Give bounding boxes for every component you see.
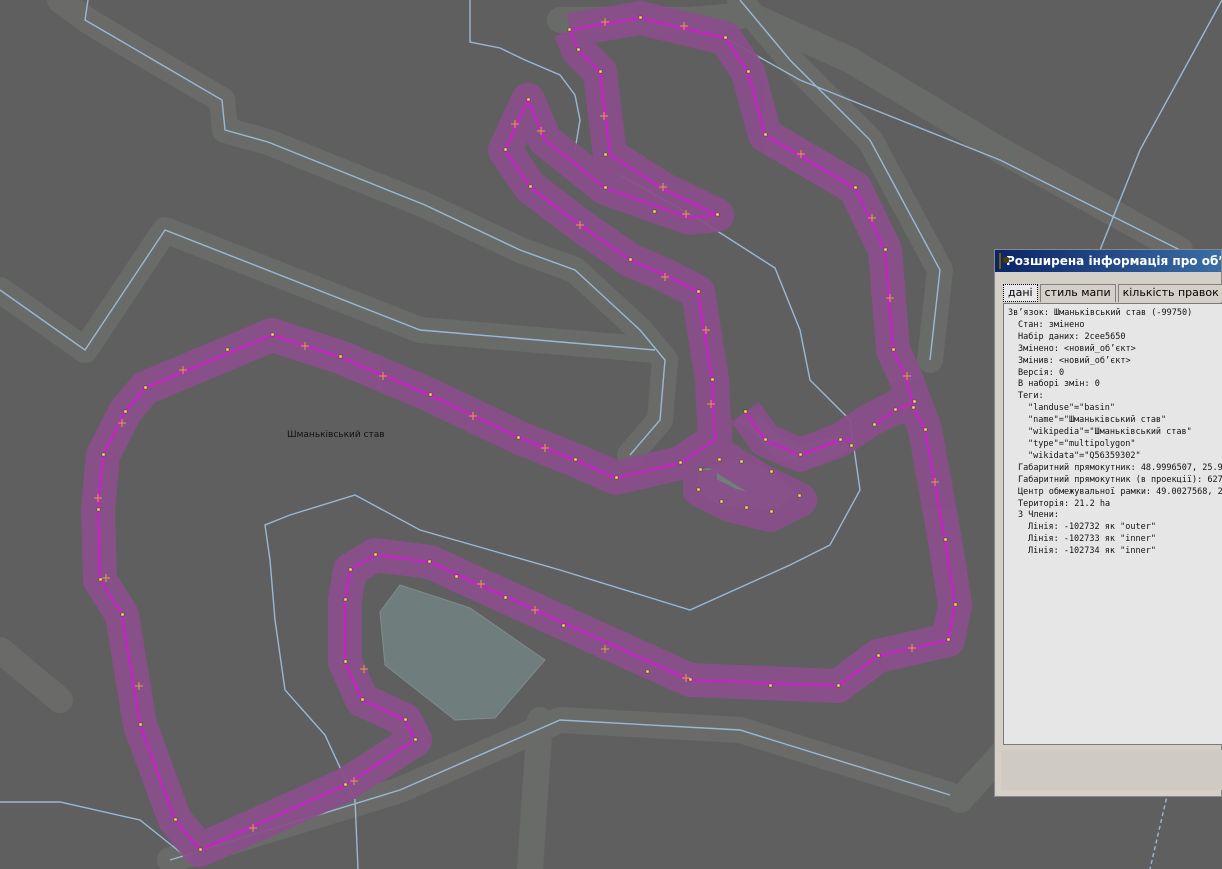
dialog-title: Розширена інформація про об’єкт [1006, 254, 1221, 268]
tag-wikipedia: "wikipedia"="Шманьківський став" [1028, 427, 1192, 438]
tag-landuse: "landuse"="basin" [1028, 403, 1115, 414]
info-line-members: 3 Члени: [1018, 510, 1059, 521]
info-line-state: Стан: змінено [1018, 319, 1085, 330]
info-line-modified: Змінено: <новий_об’єкт> [1018, 343, 1136, 354]
member-inner-1: Лінія: -102733 як "inner" [1028, 534, 1156, 545]
tab-map-style[interactable]: стиль мапи [1039, 284, 1116, 302]
tab-data[interactable]: дані [1003, 284, 1038, 302]
tag-wikidata: "wikidata"="Q56359302" [1028, 450, 1141, 461]
info-line-bbox: Габаритний прямокутник: 48.9996507, 25.9… [1018, 462, 1222, 473]
info-line-version: Версія: 0 [1018, 367, 1065, 378]
pond-name-label: Шманьківський став [287, 430, 385, 440]
info-line-modified-by: Змінив: <новий_об’єкт> [1018, 355, 1131, 366]
tag-name: "name"="Шманьківський став" [1028, 415, 1167, 426]
tag-type: "type"="multipolygon" [1028, 438, 1136, 449]
info-line-tags: Теги: [1018, 391, 1044, 402]
info-line-area: Територія: 21.2 ha [1018, 498, 1111, 509]
info-text-area[interactable]: Зв’язок: Шманьківський став (-99750) Ста… [1003, 303, 1222, 745]
info-line-bbox-center: Центр обмежувальної рамки: 49.0027568, 2… [1018, 486, 1222, 497]
tab-edit-counts[interactable]: кількість правок [1117, 284, 1222, 302]
dialog-footer [1001, 750, 1222, 790]
josm-icon [999, 253, 1009, 269]
dialog-title-bar[interactable]: Розширена інформація про об’єкт [995, 250, 1221, 272]
info-line-changeset: В наборі змін: 0 [1018, 379, 1100, 390]
info-line-bbox-projected: Габаритний прямокутник (в проекції): 627… [1018, 474, 1222, 485]
member-inner-2: Лінія: -102734 як "inner" [1028, 546, 1156, 557]
object-info-dialog: Розширена інформація про об’єкт дані сти… [994, 249, 1222, 797]
tab-bar: дані стиль мапи кількість правок [1003, 284, 1222, 302]
info-line-relation: Зв’язок: Шманьківський став (-99750) [1008, 308, 1193, 318]
member-outer: Лінія: -102732 як "outer" [1028, 522, 1156, 533]
info-line-dataset: Набір даних: 2cee5650 [1018, 331, 1126, 342]
